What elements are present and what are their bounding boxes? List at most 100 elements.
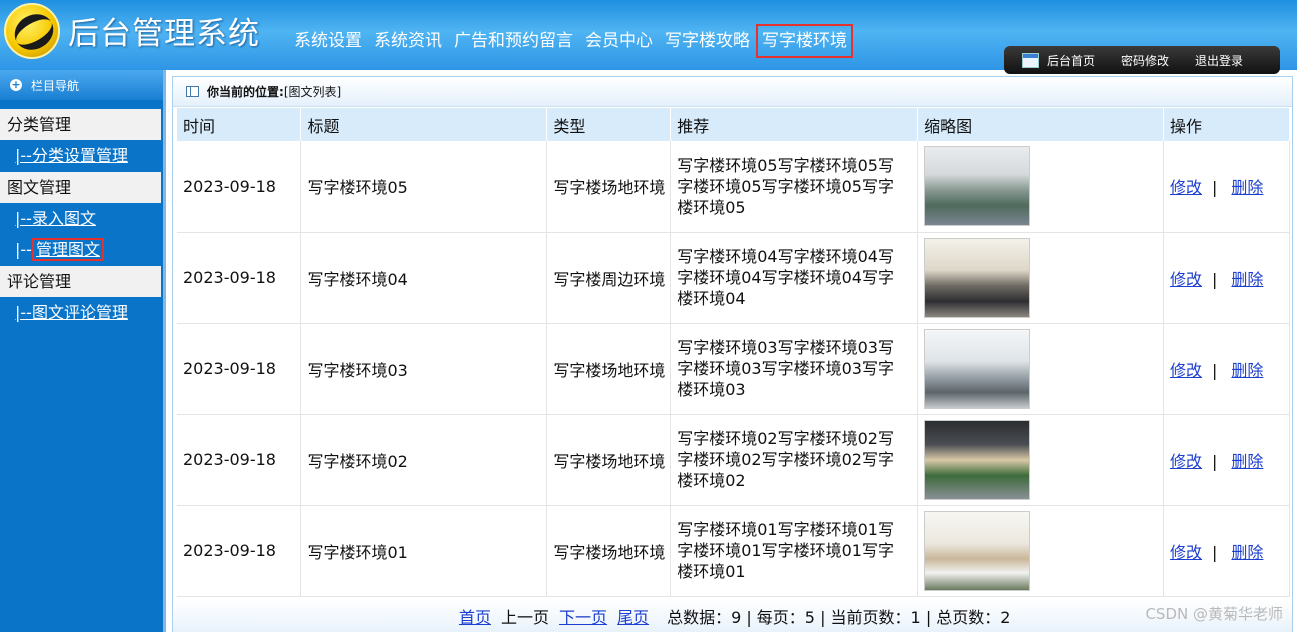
- col-thumbnail: 缩略图: [917, 108, 1165, 141]
- action-separator: |: [1212, 178, 1218, 198]
- col-recommend: 推荐: [670, 108, 919, 141]
- col-type: 类型: [546, 108, 672, 141]
- main-panel: 你当前的位置: [图文列表] 时间 标题 类型 推荐 缩略图 操作 2023-0…: [172, 76, 1293, 632]
- user-toolbar: 后台首页 密码修改 退出登录: [1004, 46, 1280, 74]
- delete-link[interactable]: 删除: [1231, 178, 1263, 197]
- logo-icon: [4, 3, 60, 59]
- cell-type: 写字楼场地环境: [546, 141, 672, 233]
- add-article-link[interactable]: |--录入图文: [15, 209, 96, 228]
- top-nav: 系统设置 系统资讯 广告和预约留言 会员中心 写字楼攻略 写字楼环境: [288, 24, 853, 58]
- table-row: 2023-09-18 写字楼环境02 写字楼场地环境 写字楼环境02写字楼环境0…: [177, 414, 1290, 506]
- delete-link[interactable]: 删除: [1231, 543, 1263, 562]
- edit-link[interactable]: 修改: [1170, 452, 1202, 471]
- cell-recommend: 写字楼环境04写字楼环境04写字楼环境04写字楼环境04写字楼环境04: [670, 232, 919, 324]
- sidebar: + 栏目导航 分类管理 |--分类设置管理 图文管理 |--录入图文 |-- 管理…: [0, 70, 166, 632]
- pagination-stats: 总数据：9 | 每页：5 | 当前页数：1 | 总页数：2: [667, 608, 1011, 627]
- cell-recommend: 写字楼环境02写字楼环境02写字楼环境02写字楼环境02写字楼环境02: [670, 414, 919, 506]
- cell-actions: 修改 | 删除: [1163, 232, 1290, 324]
- manage-articles-link[interactable]: 管理图文: [31, 238, 104, 261]
- nav-office-environment[interactable]: 写字楼环境: [756, 24, 853, 58]
- cell-thumbnail: [917, 232, 1165, 324]
- nav-system-settings[interactable]: 系统设置: [288, 24, 368, 58]
- col-title: 标题: [300, 108, 548, 141]
- cell-type: 写字楼场地环境: [546, 323, 672, 415]
- action-separator: |: [1212, 360, 1218, 380]
- breadcrumb-value: [图文列表]: [283, 85, 342, 99]
- top-header: 后台管理系统 系统设置 系统资讯 广告和预约留言 会员中心 写字楼攻略 写字楼环…: [0, 0, 1297, 74]
- edit-link[interactable]: 修改: [1170, 361, 1202, 380]
- delete-link[interactable]: 删除: [1231, 452, 1263, 471]
- table-header-row: 时间 标题 类型 推荐 缩略图 操作: [177, 108, 1290, 141]
- edit-link[interactable]: 修改: [1170, 270, 1202, 289]
- cell-time: 2023-09-18: [177, 232, 302, 324]
- cell-thumbnail: [917, 414, 1165, 506]
- next-page-link[interactable]: 下一页: [559, 604, 607, 628]
- sidebar-title: 栏目导航: [31, 78, 80, 93]
- category-settings-link[interactable]: |--分类设置管理: [15, 146, 128, 165]
- cell-recommend: 写字楼环境03写字楼环境03写字楼环境03写字楼环境03写字楼环境03: [670, 323, 919, 415]
- nav-system-news[interactable]: 系统资讯: [368, 24, 448, 58]
- cell-actions: 修改 | 删除: [1163, 505, 1290, 597]
- breadcrumb-label: 你当前的位置:: [207, 85, 284, 99]
- sidebar-group-category[interactable]: 分类管理: [0, 109, 161, 140]
- app-title: 后台管理系统: [68, 16, 260, 52]
- cell-title: 写字楼环境03: [300, 323, 548, 415]
- delete-link[interactable]: 删除: [1231, 270, 1263, 289]
- article-table: 时间 标题 类型 推荐 缩略图 操作 2023-09-18 写字楼环境05 写字…: [177, 108, 1290, 597]
- cell-type: 写字楼周边环境: [546, 232, 672, 324]
- thumbnail-image: [924, 510, 1031, 591]
- cell-type: 写字楼场地环境: [546, 505, 672, 597]
- breadcrumb: 你当前的位置: [图文列表]: [173, 77, 1292, 107]
- home-link[interactable]: 后台首页: [1047, 52, 1095, 69]
- table-row: 2023-09-18 写字楼环境03 写字楼场地环境 写字楼环境03写字楼环境0…: [177, 323, 1290, 415]
- sidebar-group-comments[interactable]: 评论管理: [0, 266, 161, 297]
- cell-actions: 修改 | 删除: [1163, 141, 1290, 233]
- cell-thumbnail: [917, 141, 1165, 233]
- cell-recommend: 写字楼环境05写字楼环境05写字楼环境05写字楼环境05写字楼环境05: [670, 141, 919, 233]
- action-separator: |: [1212, 451, 1218, 471]
- plus-icon: +: [10, 78, 22, 91]
- link-prefix: |--: [15, 240, 32, 259]
- cell-thumbnail: [917, 505, 1165, 597]
- action-separator: |: [1212, 542, 1218, 562]
- table-row: 2023-09-18 写字楼环境01 写字楼场地环境 写字楼环境01写字楼环境0…: [177, 505, 1290, 597]
- sidebar-item-category-settings: |--分类设置管理: [0, 140, 163, 171]
- col-actions: 操作: [1163, 108, 1290, 141]
- table-row: 2023-09-18 写字楼环境05 写字楼场地环境 写字楼环境05写字楼环境0…: [177, 141, 1290, 233]
- cell-actions: 修改 | 删除: [1163, 414, 1290, 506]
- sidebar-item-comment-management: |--图文评论管理: [0, 297, 163, 328]
- nav-member-center[interactable]: 会员中心: [579, 24, 659, 58]
- cell-actions: 修改 | 删除: [1163, 323, 1290, 415]
- cell-recommend: 写字楼环境01写字楼环境01写字楼环境01写字楼环境01写字楼环境01: [670, 505, 919, 597]
- nav-office-guide[interactable]: 写字楼攻略: [659, 24, 756, 58]
- sidebar-group-articles[interactable]: 图文管理: [0, 172, 161, 203]
- cell-title: 写字楼环境05: [300, 141, 548, 233]
- cell-time: 2023-09-18: [177, 323, 302, 415]
- delete-link[interactable]: 删除: [1231, 361, 1263, 380]
- cell-time: 2023-09-18: [177, 505, 302, 597]
- first-page-link[interactable]: 首页: [459, 604, 491, 628]
- cell-time: 2023-09-18: [177, 414, 302, 506]
- prev-page-label: 上一页: [501, 608, 550, 627]
- calendar-icon: [1022, 52, 1039, 68]
- edit-link[interactable]: 修改: [1170, 178, 1202, 197]
- nav-ads-messages[interactable]: 广告和预约留言: [448, 24, 579, 58]
- cell-title: 写字楼环境04: [300, 232, 548, 324]
- sidebar-header: + 栏目导航: [0, 70, 163, 100]
- pagination: 首页 上一页 下一页 尾页 总数据：9 | 每页：5 | 当前页数：1 | 总页…: [173, 600, 1292, 632]
- cell-title: 写字楼环境02: [300, 414, 548, 506]
- cell-title: 写字楼环境01: [300, 505, 548, 597]
- cell-time: 2023-09-18: [177, 141, 302, 233]
- logout-link[interactable]: 退出登录: [1195, 52, 1243, 69]
- cell-type: 写字楼场地环境: [546, 414, 672, 506]
- list-icon: [186, 86, 199, 97]
- action-separator: |: [1212, 269, 1218, 289]
- last-page-link[interactable]: 尾页: [617, 604, 649, 628]
- change-password-link[interactable]: 密码修改: [1121, 52, 1169, 69]
- table-row: 2023-09-18 写字楼环境04 写字楼周边环境 写字楼环境04写字楼环境0…: [177, 232, 1290, 324]
- sidebar-item-add-article: |--录入图文: [0, 203, 163, 234]
- comment-management-link[interactable]: |--图文评论管理: [15, 303, 128, 322]
- thumbnail-image: [924, 419, 1031, 500]
- edit-link[interactable]: 修改: [1170, 543, 1202, 562]
- thumbnail-image: [924, 146, 1031, 227]
